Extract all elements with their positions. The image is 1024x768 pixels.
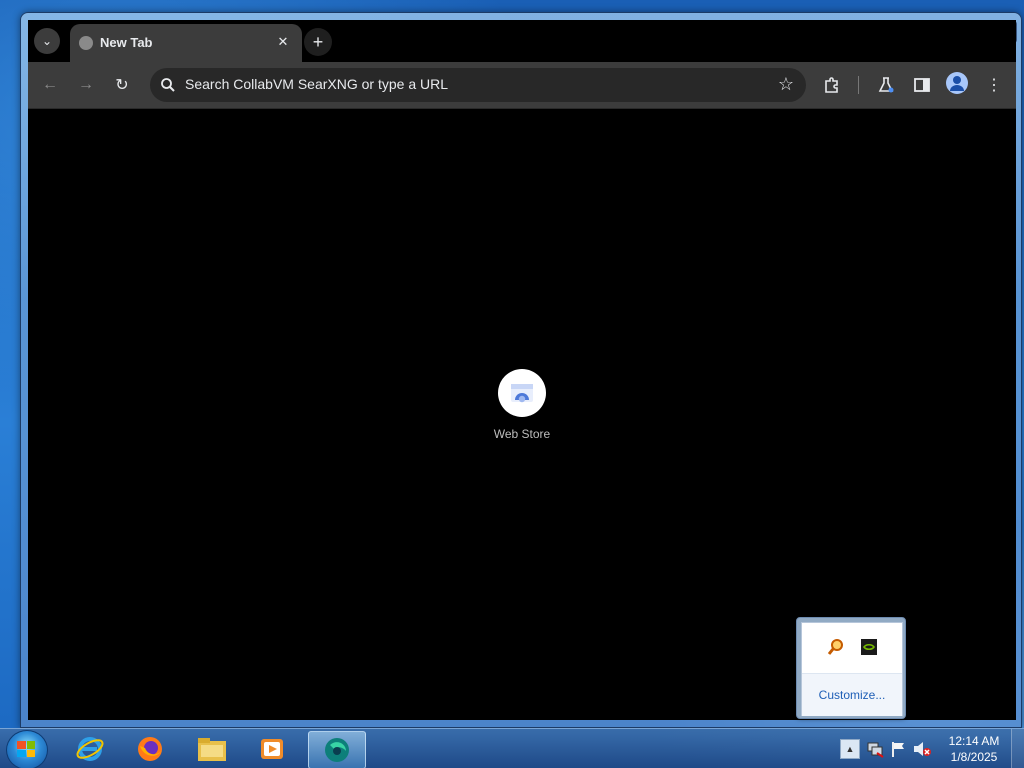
taskbar-app-firefox[interactable] <box>122 731 178 767</box>
clock-time: 12:14 AM <box>948 734 1000 748</box>
tray-popup-body: Customize... <box>801 622 903 716</box>
shortcut-label: Web Store <box>493 427 551 441</box>
back-button[interactable]: ← <box>38 73 62 97</box>
start-button[interactable] <box>6 730 48 768</box>
side-panel-button[interactable] <box>910 73 934 97</box>
puzzle-icon <box>825 77 838 93</box>
search-icon <box>161 78 175 92</box>
more-vertical-icon: ⋮ <box>986 77 1002 94</box>
browser-window: ⌄ New Tab ✕ + ← → ↻ Search CollabVM Sear… <box>28 20 1016 720</box>
toolbar-divider <box>858 76 859 94</box>
tray-footer: Customize... <box>802 673 902 716</box>
bookmark-star-icon[interactable]: ☆ <box>778 74 794 95</box>
extensions-button[interactable] <box>820 73 844 97</box>
show-hidden-icons-button[interactable]: ▲ <box>840 739 860 759</box>
customize-link[interactable]: Customize... <box>819 688 886 702</box>
network-icon[interactable] <box>866 740 884 758</box>
taskbar-app-internet-explorer[interactable] <box>62 731 118 767</box>
tab-title: New Tab <box>100 35 153 50</box>
media-player-icon <box>261 739 283 759</box>
tab-strip: ⌄ New Tab ✕ + <box>28 20 1016 62</box>
volume-muted-icon[interactable] <box>912 740 932 758</box>
tray-overflow-popup: Customize... <box>796 617 906 719</box>
chevron-down-icon: ⌄ <box>41 34 53 48</box>
internet-explorer-icon <box>76 737 104 761</box>
address-bar[interactable]: Search CollabVM SearXNG or type a URL ☆ <box>150 68 806 102</box>
magnifier-tray-icon[interactable] <box>826 637 846 657</box>
flask-icon <box>878 77 894 93</box>
reload-icon: ↻ <box>115 77 129 94</box>
tab-new-tab[interactable]: New Tab ✕ <box>70 24 302 62</box>
system-clock[interactable]: 12:14 AM 1/8/2025 <box>938 733 1010 765</box>
arrow-left-icon: ← <box>42 76 58 93</box>
plus-icon: + <box>312 31 324 52</box>
labs-button[interactable] <box>874 73 898 97</box>
action-center-flag-icon[interactable] <box>890 740 906 758</box>
reload-button[interactable]: ↻ <box>110 73 134 97</box>
side-panel-icon <box>914 78 930 92</box>
taskbar-app-browser[interactable] <box>308 731 366 768</box>
taskbar-app-explorer[interactable] <box>184 731 240 767</box>
system-tray: ▲ <box>840 729 932 768</box>
taskbar: ▲ 12:14 AM 1/8/2025 <box>0 728 1024 768</box>
tab-favicon-icon <box>79 36 93 50</box>
browser-toolbar: ← → ↻ Search CollabVM SearXNG or type a … <box>28 62 1016 109</box>
forward-button[interactable]: → <box>74 73 98 97</box>
show-desktop-button[interactable] <box>1011 729 1024 768</box>
person-icon <box>950 76 964 91</box>
menu-button[interactable]: ⋮ <box>982 73 1006 97</box>
shortcut-web-store[interactable]: Web Store <box>479 369 565 441</box>
taskbar-app-media-player[interactable] <box>244 731 300 767</box>
clock-date: 1/8/2025 <box>950 750 998 764</box>
tab-close-icon[interactable]: ✕ <box>274 33 292 51</box>
tab-search-button[interactable]: ⌄ <box>34 28 60 54</box>
nvidia-tray-icon[interactable] <box>860 638 878 656</box>
address-input[interactable]: Search CollabVM SearXNG or type a URL <box>185 76 448 92</box>
browser-icon <box>325 738 349 762</box>
firefox-icon <box>138 737 162 761</box>
file-explorer-icon <box>198 738 226 761</box>
web-store-icon <box>498 369 546 417</box>
new-tab-button[interactable]: + <box>304 28 332 56</box>
tray-overflow-icons <box>802 623 902 671</box>
windows-flag-icon <box>17 741 35 757</box>
arrow-right-icon: → <box>78 76 94 93</box>
profile-avatar[interactable] <box>946 72 968 94</box>
